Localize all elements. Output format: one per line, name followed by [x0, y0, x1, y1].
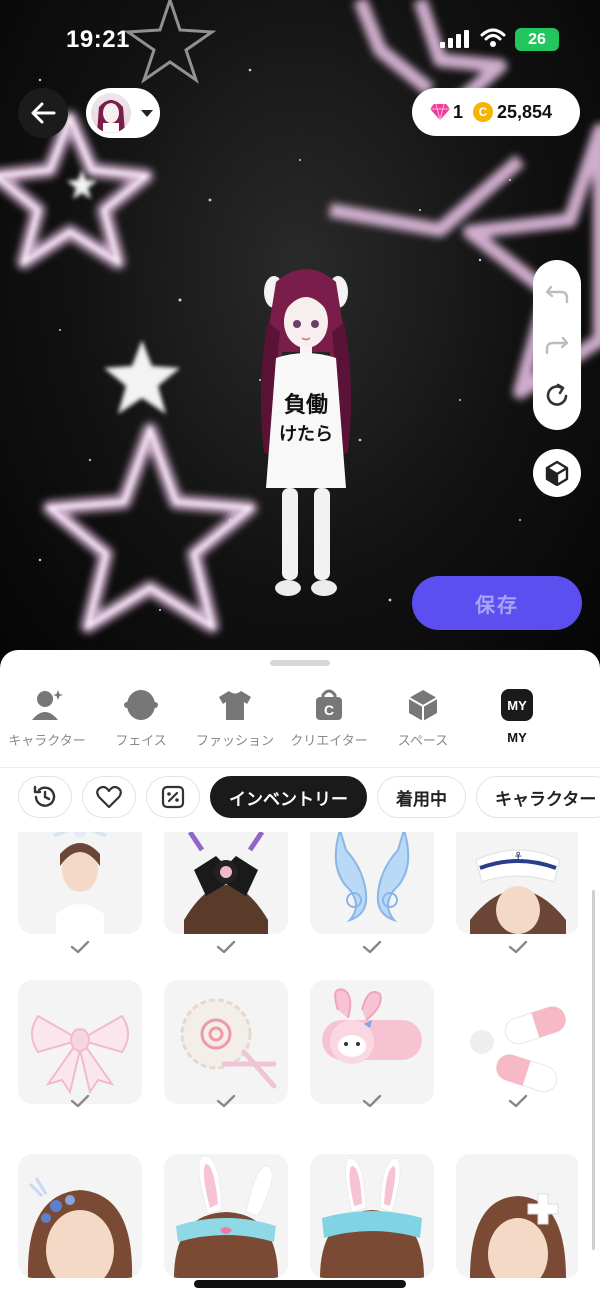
item-card[interactable]	[164, 1154, 288, 1278]
tab-character[interactable]: キャラクター	[0, 680, 94, 760]
tab-space[interactable]: スペース	[376, 680, 470, 760]
item-card[interactable]	[310, 980, 434, 1104]
equipped-check-icon	[508, 1094, 528, 1108]
divider	[0, 767, 600, 768]
item-card[interactable]	[456, 1154, 578, 1278]
refresh-icon	[546, 384, 568, 407]
tab-label: フェイス	[115, 733, 167, 748]
pill-accessory-item	[470, 1006, 566, 1093]
creator-bag-icon: C	[312, 688, 346, 722]
equipped-check-icon	[216, 940, 236, 954]
battery-indicator: 26	[515, 28, 559, 51]
item-card[interactable]	[18, 1154, 142, 1278]
reset-button[interactable]	[541, 380, 573, 412]
status-bar: 19:21 26	[0, 0, 600, 80]
status-time: 19:21	[66, 26, 130, 53]
editor-sheet: キャラクター フェイス ファッション C クリエイター スペース MY MY イ…	[0, 650, 600, 1298]
bunny-visor-blue-item	[320, 1157, 424, 1278]
arrow-left-icon	[31, 102, 56, 124]
svg-text:けたら: けたら	[279, 424, 333, 445]
cube-icon	[406, 688, 440, 722]
character-icon	[30, 688, 64, 722]
tab-face[interactable]: フェイス	[94, 680, 188, 760]
item-card[interactable]	[310, 1154, 434, 1278]
gem-count: 1	[453, 101, 464, 122]
percent-tag-icon	[161, 785, 185, 809]
favorites-filter-button[interactable]	[82, 776, 136, 818]
redo-icon	[545, 336, 569, 355]
swirl-hairpin-item	[180, 998, 277, 1089]
back-button[interactable]	[18, 88, 68, 138]
equipped-check-icon	[508, 940, 528, 954]
bunny-visor-pink-item	[174, 1155, 278, 1278]
save-button[interactable]: 保存	[412, 576, 582, 630]
tshirt-icon	[218, 688, 252, 722]
undo-button[interactable]	[541, 278, 573, 310]
shirt-print-text: 負働	[284, 392, 328, 418]
my-badge-icon: MY	[500, 688, 534, 722]
cross-hairpin-item	[470, 1193, 566, 1278]
undo-icon	[545, 285, 569, 303]
avatar-switcher[interactable]	[86, 88, 160, 138]
tab-label: MY	[507, 730, 527, 745]
redo-button[interactable]	[541, 329, 573, 361]
cube-icon	[545, 460, 569, 486]
sailor-hat-item: ⚓	[470, 849, 566, 934]
avatar-figure[interactable]: 負働 けたら	[246, 262, 366, 602]
svg-text:⚓: ⚓	[512, 850, 525, 866]
history-icon	[33, 785, 56, 807]
equipped-check-icon	[70, 1094, 90, 1108]
item-card[interactable]: ⚓	[456, 832, 578, 934]
inventory-scrollbar[interactable]	[592, 890, 595, 1250]
item-card[interactable]	[18, 832, 142, 934]
inventory-grid: ⚓	[18, 832, 578, 1298]
item-card[interactable]	[456, 980, 578, 1104]
tab-label: ファッション	[195, 733, 274, 748]
tab-label: スペース	[397, 733, 449, 748]
chip-wearing[interactable]: 着用中	[377, 776, 466, 818]
tab-label: キャラクター	[8, 733, 86, 748]
coin-count: 25,854	[497, 101, 553, 122]
equipped-check-icon	[362, 1094, 382, 1108]
wifi-icon	[480, 28, 506, 47]
white-hair-accessory-item	[53, 832, 107, 934]
tab-label: クリエイター	[290, 733, 368, 748]
equipped-check-icon	[216, 1094, 236, 1108]
heart-icon	[96, 785, 122, 809]
flower-hairpins-item	[27, 1177, 133, 1278]
tab-creator[interactable]: C クリエイター	[282, 680, 376, 760]
tab-fashion[interactable]: ファッション	[188, 680, 282, 760]
my-badge: MY	[501, 689, 533, 721]
svg-text:C: C	[324, 702, 334, 718]
sale-filter-button[interactable]	[146, 776, 200, 818]
cellular-signal-icon	[440, 30, 469, 48]
item-card[interactable]	[164, 980, 288, 1104]
filter-chips: インベントリー 着用中 キャラクター	[18, 776, 600, 820]
chip-character[interactable]: キャラクター	[476, 776, 600, 818]
chip-inventory[interactable]: インベントリー	[210, 776, 367, 818]
category-tabs: キャラクター フェイス ファッション C クリエイター スペース MY MY	[0, 680, 600, 760]
item-card[interactable]	[164, 832, 288, 934]
wallet-balance[interactable]: 1 C 25,854	[412, 88, 580, 136]
sheet-drag-handle[interactable]	[270, 660, 330, 666]
blue-flame-horns-item	[334, 832, 410, 923]
face-icon	[124, 688, 158, 722]
chevron-down-icon	[141, 109, 153, 117]
item-card[interactable]	[310, 832, 434, 934]
history-filter-button[interactable]	[18, 776, 72, 818]
home-indicator[interactable]	[194, 1280, 406, 1288]
view-3d-button[interactable]	[533, 449, 581, 497]
avatar	[91, 93, 131, 133]
equipped-check-icon	[70, 940, 90, 954]
pink-bow-item	[31, 1014, 129, 1095]
coin-icon: C	[473, 102, 494, 122]
tab-my[interactable]: MY MY	[470, 680, 564, 760]
gem-icon	[430, 103, 450, 121]
kuromi-ribbon-headband-item	[184, 832, 268, 934]
edit-toolbar	[533, 260, 581, 430]
equipped-check-icon	[362, 940, 382, 954]
item-card[interactable]	[18, 980, 142, 1104]
my-melody-hairclip-item	[322, 988, 422, 1064]
